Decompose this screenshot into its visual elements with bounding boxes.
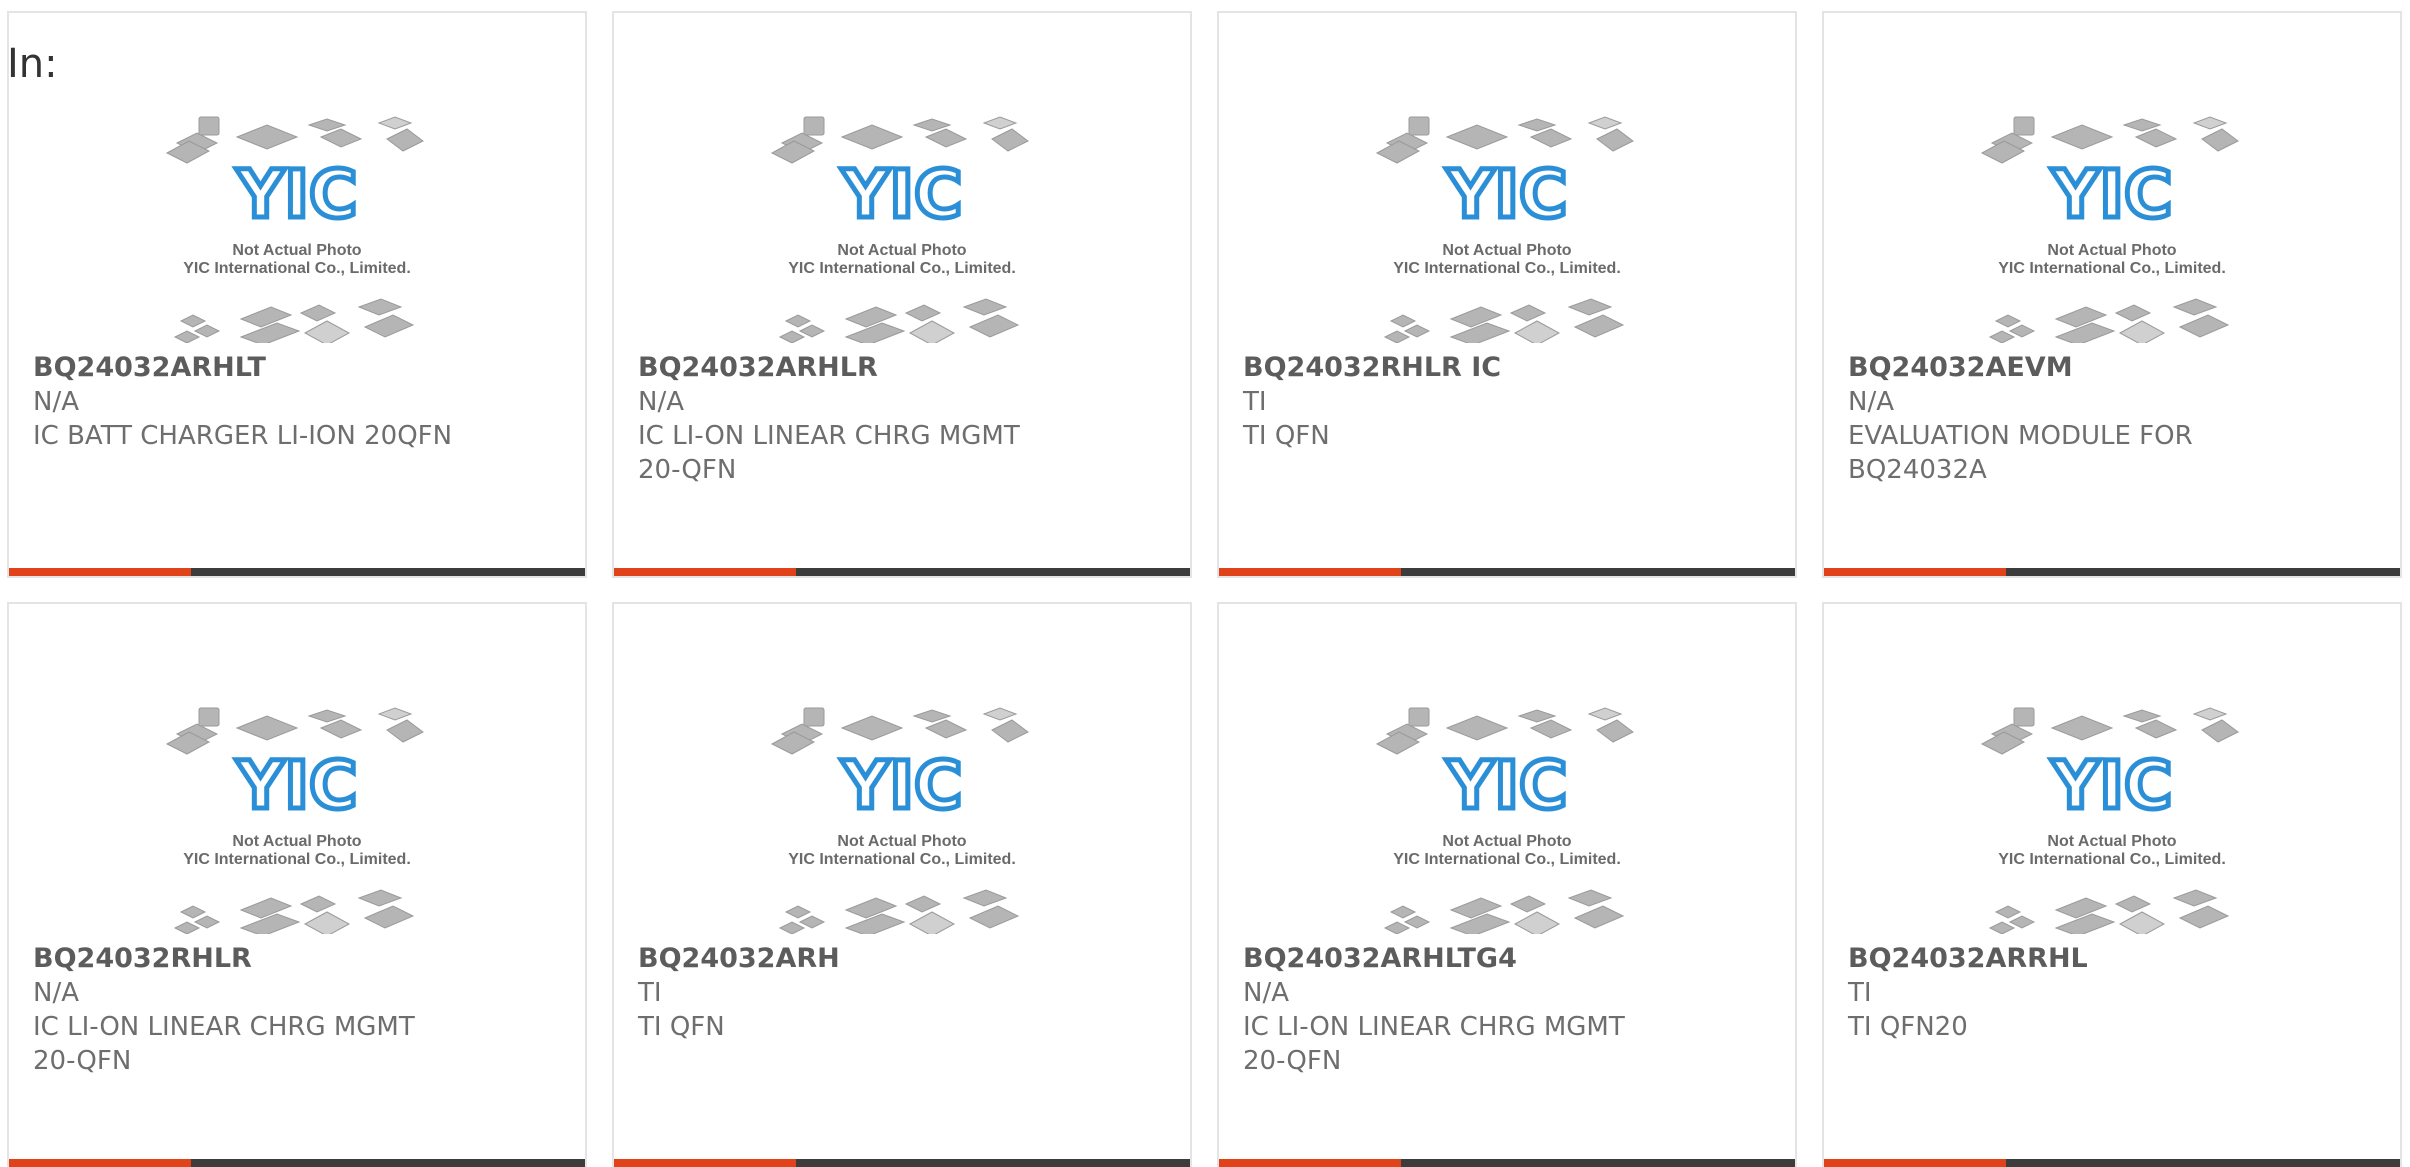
- search-results-page: In: YIC Not Actual Photo YIC Internation…: [0, 0, 2410, 1167]
- product-card[interactable]: YIC Not Actual Photo YIC International C…: [612, 11, 1192, 578]
- svg-text:Not Actual Photo: Not Actual Photo: [232, 833, 361, 850]
- product-part-number[interactable]: BQ24032RHLR IC: [1243, 351, 1763, 385]
- product-part-number[interactable]: BQ24032ARHLTG4: [1243, 942, 1763, 976]
- logo-text: YIC: [1446, 156, 1568, 233]
- product-part-number[interactable]: BQ24032ARRHL: [1848, 942, 2368, 976]
- product-manufacturer: TI: [1848, 978, 1872, 1008]
- product-info: BQ24032AEVM N/A EVALUATION MODULE FOR BQ…: [1848, 351, 2368, 487]
- product-grid: YIC Not Actual Photo YIC International C…: [7, 11, 2403, 1167]
- card-footer-accent: [9, 1159, 191, 1167]
- svg-text:Not Actual Photo: Not Actual Photo: [1442, 242, 1571, 259]
- card-footer-accent: [1219, 568, 1401, 576]
- product-description-line2: 20-QFN: [638, 455, 737, 485]
- product-description-line1: TI QFN: [638, 1012, 725, 1042]
- card-footer-bar: [1219, 568, 1795, 576]
- logo-text: YIC: [236, 156, 358, 233]
- product-card[interactable]: YIC Not Actual Photo YIC International C…: [7, 11, 587, 578]
- product-image-placeholder: YIC Not Actual Photo YIC International C…: [1824, 93, 2400, 343]
- product-part-number[interactable]: BQ24032AEVM: [1848, 351, 2368, 385]
- product-image-placeholder: YIC Not Actual Photo YIC International C…: [614, 684, 1190, 934]
- svg-text:Not Actual Photo: Not Actual Photo: [837, 242, 966, 259]
- svg-text:YIC International Co., Limited: YIC International Co., Limited.: [788, 260, 1016, 277]
- product-card[interactable]: YIC Not Actual Photo YIC International C…: [1822, 602, 2402, 1167]
- svg-text:YIC International Co., Limited: YIC International Co., Limited.: [1998, 260, 2226, 277]
- product-description-line2: 20-QFN: [1243, 1046, 1342, 1076]
- card-footer-bar: [1824, 568, 2400, 576]
- product-manufacturer: N/A: [1243, 978, 1289, 1008]
- product-part-number[interactable]: BQ24032RHLR: [33, 942, 553, 976]
- product-description-line2: BQ24032A: [1848, 455, 1987, 485]
- product-image-placeholder: YIC Not Actual Photo YIC International C…: [1824, 684, 2400, 934]
- product-manufacturer: TI: [638, 978, 662, 1008]
- product-image-placeholder: YIC Not Actual Photo YIC International C…: [9, 93, 585, 343]
- card-footer-bar: [614, 1159, 1190, 1167]
- card-footer-accent: [1219, 1159, 1401, 1167]
- svg-text:Not Actual Photo: Not Actual Photo: [2047, 242, 2176, 259]
- product-info: BQ24032ARHLTG4 N/A IC LI-ON LINEAR CHRG …: [1243, 942, 1763, 1078]
- logo-text: YIC: [2051, 156, 2173, 233]
- card-footer-bar: [1219, 1159, 1795, 1167]
- logo-text: YIC: [236, 747, 358, 824]
- card-footer-accent: [614, 1159, 796, 1167]
- product-info: BQ24032ARHLR N/A IC LI-ON LINEAR CHRG MG…: [638, 351, 1158, 487]
- svg-text:YIC International Co., Limited: YIC International Co., Limited.: [788, 851, 1016, 868]
- product-manufacturer: N/A: [1848, 387, 1894, 417]
- svg-text:YIC International Co., Limited: YIC International Co., Limited.: [1998, 851, 2226, 868]
- product-part-number[interactable]: BQ24032ARH: [638, 942, 1158, 976]
- product-card[interactable]: YIC Not Actual Photo YIC International C…: [1217, 602, 1797, 1167]
- svg-text:Not Actual Photo: Not Actual Photo: [232, 242, 361, 259]
- logo-text: YIC: [2051, 747, 2173, 824]
- svg-text:YIC International Co., Limited: YIC International Co., Limited.: [183, 260, 411, 277]
- product-description-line2: 20-QFN: [33, 1046, 132, 1076]
- product-image-placeholder: YIC Not Actual Photo YIC International C…: [1219, 684, 1795, 934]
- product-manufacturer: N/A: [33, 387, 79, 417]
- card-footer-bar: [1824, 1159, 2400, 1167]
- logo-text: YIC: [1446, 747, 1568, 824]
- svg-text:Not Actual Photo: Not Actual Photo: [1442, 833, 1571, 850]
- card-footer-bar: [9, 568, 585, 576]
- product-image-placeholder: YIC Not Actual Photo YIC International C…: [9, 684, 585, 934]
- card-footer-accent: [614, 568, 796, 576]
- card-footer-bar: [614, 568, 1190, 576]
- product-manufacturer: N/A: [638, 387, 684, 417]
- product-image-placeholder: YIC Not Actual Photo YIC International C…: [1219, 93, 1795, 343]
- product-manufacturer: N/A: [33, 978, 79, 1008]
- product-card[interactable]: YIC Not Actual Photo YIC International C…: [1822, 11, 2402, 578]
- card-footer-bar: [9, 1159, 585, 1167]
- svg-text:YIC International Co., Limited: YIC International Co., Limited.: [1393, 851, 1621, 868]
- product-description-line1: TI QFN: [1243, 421, 1330, 451]
- svg-text:YIC International Co., Limited: YIC International Co., Limited.: [183, 851, 411, 868]
- product-description-line1: TI QFN20: [1848, 1012, 1968, 1042]
- svg-text:Not Actual Photo: Not Actual Photo: [2047, 833, 2176, 850]
- product-image-placeholder: YIC Not Actual Photo YIC International C…: [614, 93, 1190, 343]
- product-description-line1: IC LI-ON LINEAR CHRG MGMT: [638, 421, 1020, 451]
- product-info: BQ24032ARRHL TI TI QFN20: [1848, 942, 2368, 1044]
- logo-text: YIC: [841, 747, 963, 824]
- product-info: BQ24032ARHLT N/A IC BATT CHARGER LI-ION …: [33, 351, 553, 453]
- product-description-line1: IC BATT CHARGER LI-ION 20QFN: [33, 421, 453, 451]
- product-part-number[interactable]: BQ24032ARHLR: [638, 351, 1158, 385]
- card-footer-accent: [1824, 568, 2006, 576]
- card-footer-accent: [1824, 1159, 2006, 1167]
- product-info: BQ24032RHLR IC TI TI QFN: [1243, 351, 1763, 453]
- product-card[interactable]: YIC Not Actual Photo YIC International C…: [612, 602, 1192, 1167]
- product-manufacturer: TI: [1243, 387, 1267, 417]
- product-info: BQ24032RHLR N/A IC LI-ON LINEAR CHRG MGM…: [33, 942, 553, 1078]
- svg-text:Not Actual Photo: Not Actual Photo: [837, 833, 966, 850]
- product-card[interactable]: YIC Not Actual Photo YIC International C…: [7, 602, 587, 1167]
- logo-text: YIC: [841, 156, 963, 233]
- card-footer-accent: [9, 568, 191, 576]
- product-part-number[interactable]: BQ24032ARHLT: [33, 351, 553, 385]
- search-label: In:: [7, 41, 58, 87]
- product-description-line1: EVALUATION MODULE FOR: [1848, 421, 2193, 451]
- product-info: BQ24032ARH TI TI QFN: [638, 942, 1158, 1044]
- svg-text:YIC International Co., Limited: YIC International Co., Limited.: [1393, 260, 1621, 277]
- product-description-line1: IC LI-ON LINEAR CHRG MGMT: [1243, 1012, 1625, 1042]
- product-card[interactable]: YIC Not Actual Photo YIC International C…: [1217, 11, 1797, 578]
- product-description-line1: IC LI-ON LINEAR CHRG MGMT: [33, 1012, 415, 1042]
